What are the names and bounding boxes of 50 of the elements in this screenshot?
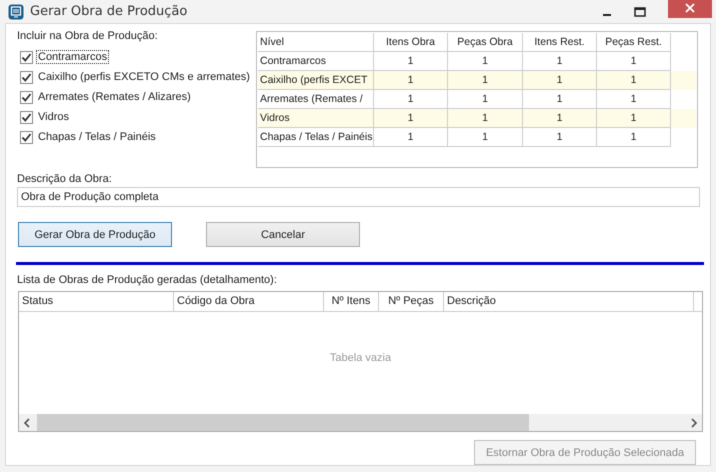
- table-cell: 1: [597, 71, 671, 90]
- column-header: Nº Itens: [324, 292, 379, 311]
- column-header: Itens Rest.: [523, 33, 597, 52]
- checkbox[interactable]: [20, 130, 33, 144]
- description-field[interactable]: Obra de Produção completa: [17, 187, 700, 207]
- checkbox-label[interactable]: Arremates (Remates / Alizares): [36, 90, 193, 104]
- column-header: Nº Peças: [379, 292, 444, 311]
- empty-message: Tabela vazia: [330, 352, 392, 364]
- column-header: Status: [19, 292, 174, 311]
- horizontal-scrollbar[interactable]: [19, 414, 702, 431]
- table-cell: 1: [374, 71, 448, 90]
- checkbox[interactable]: [20, 110, 33, 124]
- cancel-button[interactable]: Cancelar: [206, 222, 360, 247]
- checkbox[interactable]: [20, 50, 33, 64]
- column-header: Peças Obra: [448, 33, 523, 52]
- field-label: Descrição da Obra:: [17, 173, 113, 185]
- generate-button[interactable]: Gerar Obra de Produção: [18, 222, 172, 247]
- table-cell: 1: [374, 109, 448, 128]
- column-header: Descrição: [444, 292, 694, 311]
- checkbox-label[interactable]: Caixilho (perfis EXCETO CMs e arremates): [36, 70, 252, 84]
- column-header: Nível: [258, 33, 374, 52]
- window-title: Gerar Obra de Produção: [30, 4, 188, 19]
- table-cell: 1: [597, 128, 671, 147]
- maximize-icon[interactable]: [634, 6, 646, 16]
- table-cell: Caixilho (perfis EXCET: [258, 71, 374, 90]
- section-label: Lista de Obras de Produção geradas (detalhamento):: [17, 274, 278, 286]
- table-cell: 1: [448, 128, 523, 147]
- table-cell: 1: [523, 71, 597, 90]
- table-cell: Chapas / Telas / Painéis: [258, 128, 374, 147]
- checkbox-label[interactable]: Contramarcos: [36, 50, 110, 64]
- table-cell: 1: [448, 71, 523, 90]
- close-button[interactable]: [668, 0, 712, 18]
- close-icon: [685, 2, 695, 12]
- checkbox[interactable]: [20, 70, 33, 84]
- table-cell: Vidros: [258, 109, 374, 128]
- table-cell: 1: [597, 109, 671, 128]
- section-label: Incluir na Obra de Produção:: [17, 30, 159, 42]
- column-header: Itens Obra: [374, 33, 448, 52]
- column-header: Peças Rest.: [597, 33, 671, 52]
- checkbox-label[interactable]: Vidros: [36, 110, 71, 124]
- table-cell: 1: [448, 109, 523, 128]
- table-cell: 1: [374, 128, 448, 147]
- scroll-right-icon[interactable]: [690, 418, 698, 428]
- table-cell: 1: [523, 128, 597, 147]
- checkbox-label[interactable]: Chapas / Telas / Painéis: [36, 130, 158, 144]
- scroll-left-icon[interactable]: [23, 418, 31, 428]
- column-header: Código da Obra: [174, 292, 324, 311]
- app-icon: [8, 4, 24, 20]
- table-cell: 1: [523, 109, 597, 128]
- checkbox[interactable]: [20, 90, 33, 104]
